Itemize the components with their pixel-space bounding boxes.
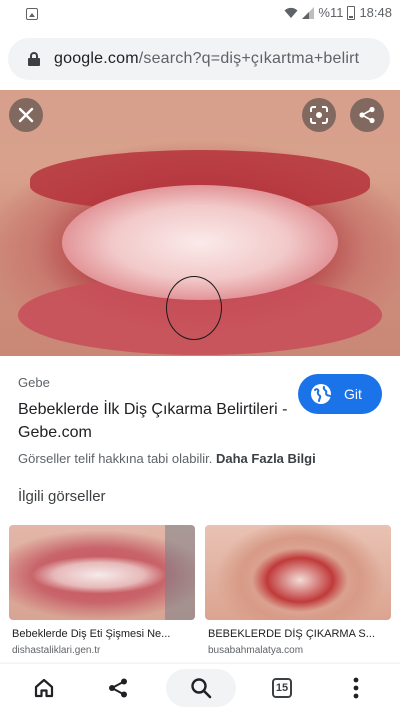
related-image-title[interactable]: Bebeklerde Diş Eti Şişmesi Ne... xyxy=(9,628,195,640)
related-image-card[interactable]: BEBEKLERDE DİŞ ÇIKARMA S... busabahmalat… xyxy=(205,525,391,665)
visit-button[interactable]: Git xyxy=(298,374,382,414)
preview-image[interactable] xyxy=(0,90,400,356)
related-image-title[interactable]: BEBEKLERDE DİŞ ÇIKARMA S... xyxy=(205,628,391,640)
share-button[interactable] xyxy=(350,98,384,132)
related-image-thumbnail[interactable] xyxy=(205,525,391,620)
tabs-icon: 15 xyxy=(272,677,292,698)
highlight-circle xyxy=(166,276,222,340)
menu-icon xyxy=(353,677,359,698)
copyright-notice: Görseller telif hakkına tabi olabilir. D… xyxy=(18,451,316,466)
url-bar[interactable]: google.com/search?q=diş+çıkartma+belirt xyxy=(8,38,390,80)
related-images-heading: İlgili görseller xyxy=(18,488,106,505)
image-icon xyxy=(26,8,38,20)
image-source[interactable]: Gebe xyxy=(18,375,50,390)
home-icon xyxy=(34,678,54,697)
share-icon xyxy=(109,678,127,697)
related-image-source: dishastaliklari.gen.tr xyxy=(12,645,101,656)
search-pill[interactable] xyxy=(166,668,236,707)
related-image-source: busabahmalatya.com xyxy=(208,645,304,656)
search-icon xyxy=(191,677,212,698)
globe-icon xyxy=(311,384,331,404)
url-text[interactable]: google.com/search?q=diş+çıkartma+belirt xyxy=(54,50,359,68)
menu-button[interactable] xyxy=(338,664,374,711)
battery-icon xyxy=(347,5,356,20)
tabs-button[interactable]: 15 xyxy=(264,664,300,711)
battery-percent: %11 xyxy=(318,5,344,20)
related-image-thumbnail[interactable] xyxy=(9,525,195,620)
home-button[interactable] xyxy=(26,664,62,711)
status-bar: %11 18:48 xyxy=(0,0,400,28)
more-info-link[interactable]: Daha Fazla Bilgi xyxy=(216,451,316,466)
url-path: /search?q=diş+çıkartma+belirt xyxy=(138,50,360,67)
visit-button-label: Git xyxy=(344,386,362,402)
copyright-text: Görseller telif hakkına tabi olabilir. xyxy=(18,451,213,466)
close-button[interactable] xyxy=(9,98,43,132)
lock-icon[interactable] xyxy=(28,52,40,66)
url-domain: google.com xyxy=(54,50,139,67)
close-icon xyxy=(18,107,34,123)
share-page-button[interactable] xyxy=(100,664,136,711)
image-title[interactable]: Bebeklerde İlk Diş Çıkarma Belirtileri -… xyxy=(18,398,288,444)
wifi-icon xyxy=(284,7,298,18)
share-icon xyxy=(359,106,375,124)
status-time: 18:48 xyxy=(359,5,392,20)
related-image-card[interactable]: Bebeklerde Diş Eti Şişmesi Ne... dishast… xyxy=(9,525,195,665)
lens-icon xyxy=(310,106,328,124)
signal-icon xyxy=(302,6,315,19)
status-right: %11 18:48 xyxy=(284,5,392,20)
bottom-navigation: 15 xyxy=(0,664,400,711)
search-button[interactable] xyxy=(166,664,236,711)
lens-button[interactable] xyxy=(302,98,336,132)
